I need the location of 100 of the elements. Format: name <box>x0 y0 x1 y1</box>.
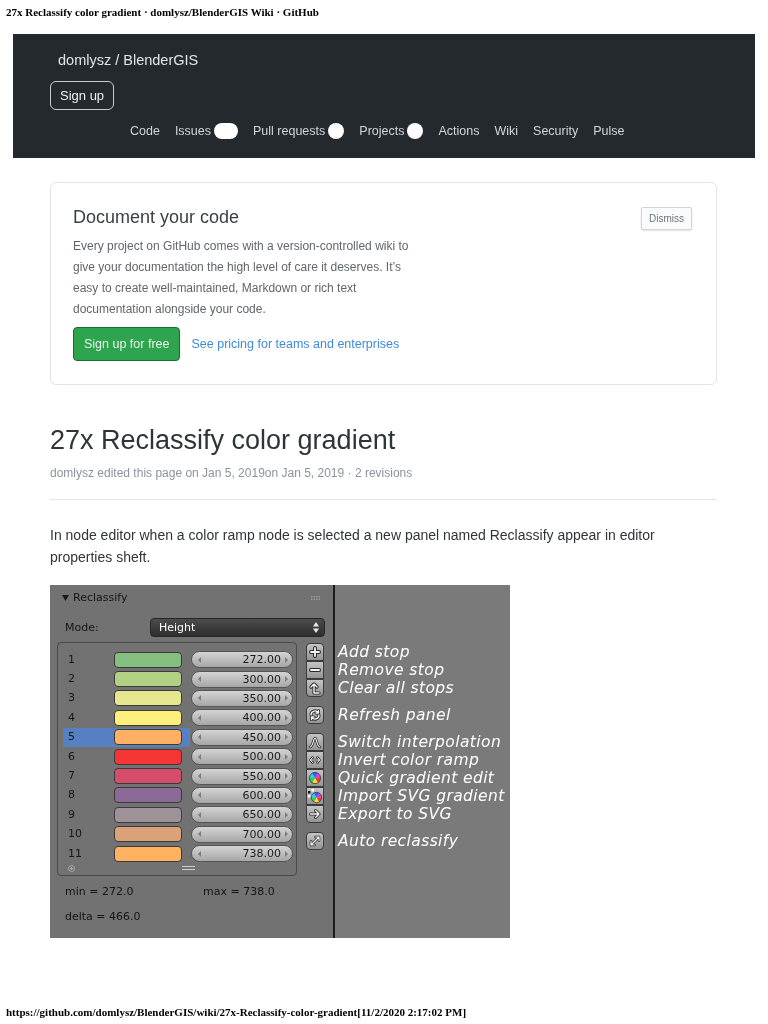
left-triangle-icon <box>198 734 201 741</box>
max-value: max = 738.0 <box>203 885 275 899</box>
left-triangle-icon <box>198 714 201 721</box>
body-text: In node editor when a color ramp node is selected a new panel named Reclassify appear in editor properties sheft. <box>50 526 656 567</box>
interpolation-button[interactable] <box>306 733 324 751</box>
grip-dots-icon <box>311 596 320 600</box>
import-button[interactable] <box>306 787 324 805</box>
tool-caption: Switch interpolation <box>338 733 502 751</box>
color-stop-row[interactable]: 4 400.00 <box>63 708 294 728</box>
nav-tab[interactable]: Actions <box>438 122 480 140</box>
left-triangle-icon <box>198 773 201 780</box>
card-title: Document your code <box>73 206 240 229</box>
page-url: https://github.com/domlysz/BlenderGIS/wiki/27x-Reclassify-color-gradient[11/2/2020 2:17:02 PM] <box>6 1006 467 1019</box>
color-swatch-icon[interactable] <box>114 787 182 804</box>
bent-arrow-icon <box>309 682 321 694</box>
color-stop-row[interactable]: 7 550.00 <box>63 766 294 786</box>
stop-index: 5 <box>68 730 75 745</box>
left-triangle-icon <box>198 676 201 683</box>
nav-tab[interactable]: Wiki <box>494 122 519 140</box>
triangle-down-icon[interactable] <box>62 595 69 601</box>
color-stop-row[interactable]: 1 272.00 <box>63 650 294 670</box>
refresh-icon <box>309 709 321 721</box>
arrow-right-icon <box>309 809 321 819</box>
color-wheel-icon <box>309 772 321 784</box>
color-swatch-icon[interactable] <box>114 651 182 668</box>
refresh-button[interactable] <box>306 706 324 724</box>
nav-tab[interactable]: Security <box>533 122 579 140</box>
pricing-link[interactable]: See pricing for teams and enterprises <box>191 336 400 352</box>
color-stop-row[interactable]: 10 700.00 <box>63 824 294 844</box>
color-swatch-icon[interactable] <box>114 671 182 688</box>
add-circle-icon <box>68 864 75 872</box>
right-triangle-icon <box>285 792 288 799</box>
value-field[interactable]: 738.00 <box>191 845 293 863</box>
counter-pill-icon <box>214 123 239 139</box>
right-triangle-icon <box>285 714 288 721</box>
color-swatch-icon[interactable] <box>114 845 182 862</box>
gradient-edit-button[interactable] <box>306 769 324 787</box>
up-down-arrows-icon <box>313 622 319 633</box>
color-stop-row[interactable]: 2 300.00 <box>63 669 294 689</box>
tool-caption: Refresh panel <box>338 706 451 724</box>
color-swatch-icon[interactable] <box>114 690 182 707</box>
export-button[interactable] <box>306 805 324 823</box>
mode-label: Mode: <box>65 620 99 635</box>
stop-index: 4 <box>68 710 75 725</box>
stop-index: 10 <box>68 827 82 842</box>
edit-info: domlysz edited this page on Jan 5, 2019on Jan 5, 2019 · 2 revisions <box>50 465 413 481</box>
value-field[interactable]: 300.00 <box>191 670 293 688</box>
nav-tab[interactable]: Projects <box>359 122 424 140</box>
left-triangle-icon <box>198 792 201 799</box>
right-triangle-icon <box>285 734 288 741</box>
stop-index: 1 <box>68 652 75 667</box>
remove-stop-button[interactable] <box>306 661 324 679</box>
color-swatch-icon[interactable] <box>114 709 182 726</box>
left-triangle-icon <box>198 656 201 663</box>
invert-button[interactable] <box>306 751 324 769</box>
nav-tab[interactable]: Code <box>130 122 160 140</box>
color-stop-row[interactable]: 11 738.00 <box>63 843 294 864</box>
delta-value: delta = 466.0 <box>65 910 141 924</box>
right-triangle-icon <box>285 811 288 818</box>
sign-up-button[interactable]: Sign up <box>50 81 115 110</box>
left-triangle-icon <box>198 811 201 818</box>
mode-dropdown[interactable]: Height <box>150 618 325 637</box>
nav-tab[interactable]: Issues <box>174 122 239 140</box>
value-field[interactable]: 500.00 <box>191 748 293 766</box>
value-field[interactable]: 272.00 <box>191 651 293 669</box>
value-field[interactable]: 650.00 <box>191 806 293 824</box>
color-stop-row[interactable]: 3 350.00 <box>63 688 294 709</box>
color-stop-row[interactable]: 8 600.00 <box>63 785 294 806</box>
color-stop-row[interactable]: 6 500.00 <box>63 746 294 767</box>
color-stop-row[interactable]: 9 650.00 <box>63 805 294 825</box>
stop-index: 6 <box>68 749 75 764</box>
value-field[interactable]: 550.00 <box>191 767 293 785</box>
tool-caption: Export to SVG <box>338 805 452 823</box>
color-stop-row[interactable]: 5 450.00 <box>63 727 294 747</box>
right-triangle-icon <box>285 656 288 663</box>
right-triangle-icon <box>285 676 288 683</box>
color-wheel-squares-icon <box>308 789 322 803</box>
nav-tab[interactable]: Pulse <box>593 122 625 140</box>
color-swatch-icon[interactable] <box>114 806 182 823</box>
value-field[interactable]: 600.00 <box>191 786 293 804</box>
dismiss-button[interactable]: Dismiss <box>641 207 692 230</box>
color-swatch-icon[interactable] <box>114 768 182 785</box>
repo-name-link[interactable]: domlysz / BlenderGIS <box>58 50 199 70</box>
value-field[interactable]: 350.00 <box>191 689 293 707</box>
auto-reclassify-button[interactable] <box>306 832 324 850</box>
nav-tab[interactable]: Pull requests <box>253 122 345 140</box>
value-field[interactable]: 400.00 <box>191 709 293 727</box>
value-field[interactable]: 450.00 <box>191 728 293 746</box>
color-swatch-icon[interactable] <box>114 826 182 843</box>
stop-index: 9 <box>68 807 75 822</box>
right-triangle-icon <box>285 753 288 760</box>
stop-index: 3 <box>68 691 75 706</box>
add-stop-button[interactable] <box>306 643 324 661</box>
color-swatch-icon[interactable] <box>114 748 182 765</box>
right-triangle-icon <box>285 773 288 780</box>
clear-stops-button[interactable] <box>306 679 324 697</box>
value-field[interactable]: 700.00 <box>191 825 293 843</box>
card-text: Every project on GitHub comes with a version-controlled wiki to give your documentation the high level of care it deserves. It’s easy to create well-maintained, Markdown or rich text documentation alongside your code. <box>73 237 410 318</box>
stop-index: 11 <box>68 846 82 861</box>
color-swatch-icon[interactable] <box>114 729 182 746</box>
